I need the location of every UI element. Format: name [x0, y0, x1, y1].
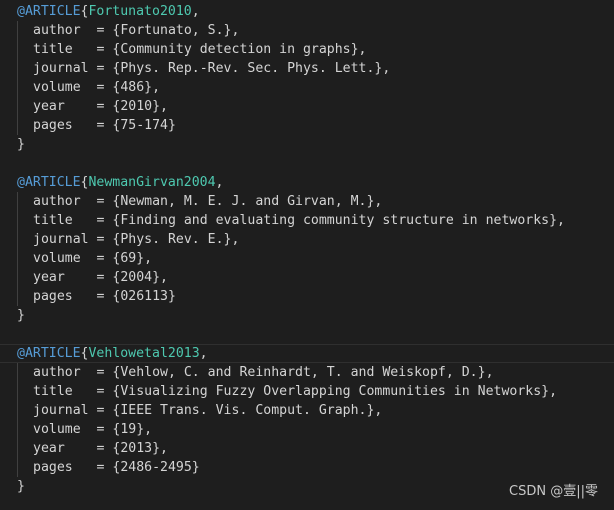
- field-line-author[interactable]: author = {Fortunato, S.},: [33, 21, 239, 40]
- field-value: {Newman, M. E. J. and Girvan, M.},: [112, 194, 383, 209]
- field-separator: =: [64, 441, 113, 456]
- field-separator: =: [80, 422, 113, 437]
- field-name: volume: [33, 251, 81, 266]
- indent-guide: [17, 192, 18, 306]
- field-value: {Vehlow, C. and Reinhardt, T. and Weisko…: [112, 365, 494, 380]
- field-line-pages[interactable]: pages = {2486-2495}: [33, 458, 200, 477]
- indent-guide: [17, 21, 18, 135]
- entry-type: @ARTICLE: [17, 346, 81, 361]
- field-separator: =: [80, 194, 113, 209]
- field-value: {IEEE Trans. Vis. Comput. Graph.},: [112, 403, 383, 418]
- field-name: journal: [33, 232, 89, 247]
- field-separator: =: [72, 460, 113, 475]
- field-value: {Fortunato, S.},: [112, 23, 240, 38]
- entry-close-brace: }: [17, 308, 25, 323]
- field-value: {Visualizing Fuzzy Overlapping Communiti…: [112, 384, 558, 399]
- field-separator: =: [64, 99, 113, 114]
- csdn-watermark: CSDN @壹||零: [509, 484, 598, 499]
- field-value: {Phys. Rev. E.},: [112, 232, 240, 247]
- field-line-pages[interactable]: pages = {75-174}: [33, 116, 176, 135]
- citation-key: NewmanGirvan2004: [88, 175, 216, 190]
- field-name: pages: [33, 289, 73, 304]
- entry-type: @ARTICLE: [17, 4, 81, 19]
- entry-header[interactable]: @ARTICLE{Fortunato2010,: [17, 2, 200, 21]
- field-line-year[interactable]: year = {2013},: [33, 439, 168, 458]
- field-name: pages: [33, 460, 73, 475]
- field-line-title[interactable]: title = {Community detection in graphs},: [33, 40, 366, 59]
- field-line-journal[interactable]: journal = {Phys. Rep.-Rev. Sec. Phys. Le…: [33, 59, 390, 78]
- citation-key: Fortunato2010: [88, 4, 192, 19]
- field-value: {19},: [112, 422, 153, 437]
- field-name: year: [33, 270, 65, 285]
- field-name: volume: [33, 422, 81, 437]
- field-separator: =: [80, 23, 113, 38]
- field-name: journal: [33, 61, 89, 76]
- field-line-journal[interactable]: journal = {Phys. Rev. E.},: [33, 230, 239, 249]
- field-separator: =: [80, 365, 113, 380]
- comma: ,: [191, 4, 200, 19]
- field-name: title: [33, 384, 73, 399]
- field-value: {69},: [112, 251, 153, 266]
- field-separator: =: [88, 403, 113, 418]
- field-separator: =: [72, 42, 113, 57]
- entry-type: @ARTICLE: [17, 175, 81, 190]
- field-name: title: [33, 213, 73, 228]
- entry-header[interactable]: @ARTICLE{NewmanGirvan2004,: [17, 173, 223, 192]
- field-name: author: [33, 23, 81, 38]
- field-line-journal[interactable]: journal = {IEEE Trans. Vis. Comput. Grap…: [33, 401, 382, 420]
- field-separator: =: [88, 61, 113, 76]
- field-value: {026113}: [112, 289, 176, 304]
- field-value: {2010},: [112, 99, 168, 114]
- field-line-year[interactable]: year = {2010},: [33, 97, 168, 116]
- field-separator: =: [72, 213, 113, 228]
- field-separator: =: [80, 80, 113, 95]
- field-value: {2486-2495}: [112, 460, 200, 475]
- entry-close-brace: }: [17, 479, 25, 494]
- field-value: {2013},: [112, 441, 168, 456]
- entry-header[interactable]: @ARTICLE{Vehlowetal2013,: [17, 344, 208, 363]
- field-value: {486},: [112, 80, 161, 95]
- field-separator: =: [80, 251, 113, 266]
- field-name: volume: [33, 80, 81, 95]
- field-value: {Phys. Rep.-Rev. Sec. Phys. Lett.},: [112, 61, 391, 76]
- field-separator: =: [72, 289, 113, 304]
- field-line-pages[interactable]: pages = {026113}: [33, 287, 176, 306]
- code-editor[interactable]: CSDN @壹||零 @ARTICLE{Fortunato2010, author…: [0, 0, 614, 510]
- field-separator: =: [72, 118, 113, 133]
- comma: ,: [199, 346, 208, 361]
- indent-guide: [17, 363, 18, 477]
- comma: ,: [215, 175, 224, 190]
- field-line-title[interactable]: title = {Visualizing Fuzzy Overlapping C…: [33, 382, 557, 401]
- field-value: {2004},: [112, 270, 168, 285]
- field-line-volume[interactable]: volume = {486},: [33, 78, 160, 97]
- field-value: {Community detection in graphs},: [112, 42, 367, 57]
- field-separator: =: [64, 270, 113, 285]
- field-line-volume[interactable]: volume = {69},: [33, 249, 152, 268]
- field-name: author: [33, 365, 81, 380]
- field-line-title[interactable]: title = {Finding and evaluating communit…: [33, 211, 565, 230]
- field-line-author[interactable]: author = {Newman, M. E. J. and Girvan, M…: [33, 192, 382, 211]
- field-name: journal: [33, 403, 89, 418]
- field-line-year[interactable]: year = {2004},: [33, 268, 168, 287]
- field-value: {Finding and evaluating community struct…: [112, 213, 565, 228]
- field-name: pages: [33, 118, 73, 133]
- field-name: year: [33, 99, 65, 114]
- field-name: year: [33, 441, 65, 456]
- field-value: {75-174}: [112, 118, 176, 133]
- field-line-author[interactable]: author = {Vehlow, C. and Reinhardt, T. a…: [33, 363, 494, 382]
- entry-close-brace: }: [17, 137, 25, 152]
- field-line-volume[interactable]: volume = {19},: [33, 420, 152, 439]
- field-separator: =: [72, 384, 113, 399]
- field-name: author: [33, 194, 81, 209]
- field-separator: =: [88, 232, 113, 247]
- citation-key: Vehlowetal2013: [88, 346, 200, 361]
- field-name: title: [33, 42, 73, 57]
